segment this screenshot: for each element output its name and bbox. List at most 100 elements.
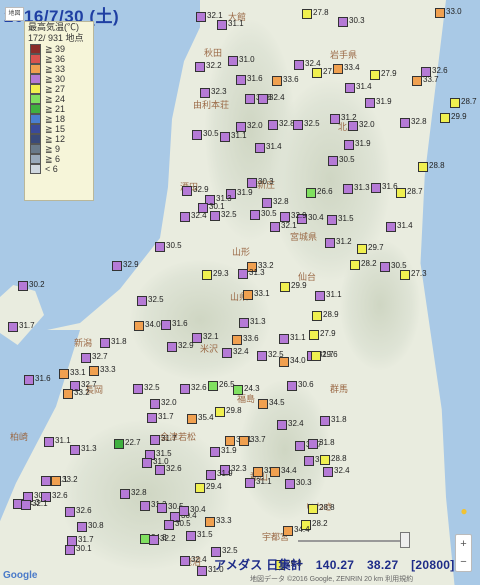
station-marker[interactable] [18, 281, 28, 291]
station-marker[interactable] [396, 188, 406, 198]
station-marker[interactable] [287, 381, 297, 391]
station-marker[interactable] [400, 118, 410, 128]
station-marker[interactable] [386, 222, 396, 232]
station-marker[interactable] [440, 113, 450, 123]
station-marker[interactable] [44, 437, 54, 447]
station-marker[interactable] [220, 132, 230, 142]
station-marker[interactable] [280, 282, 290, 292]
station-marker[interactable] [418, 162, 428, 172]
station-marker[interactable] [345, 83, 355, 93]
station-marker[interactable] [357, 244, 367, 254]
station-marker[interactable] [293, 120, 303, 130]
station-marker[interactable] [21, 500, 31, 510]
station-marker[interactable] [24, 375, 34, 385]
station-marker[interactable] [210, 211, 220, 221]
station-marker[interactable] [239, 436, 249, 446]
time-slider-track[interactable] [298, 540, 408, 542]
station-marker[interactable] [70, 445, 80, 455]
station-marker[interactable] [302, 9, 312, 19]
station-marker[interactable] [258, 94, 268, 104]
station-marker[interactable] [306, 188, 316, 198]
station-marker[interactable] [435, 8, 445, 18]
station-marker[interactable] [253, 467, 263, 477]
station-marker[interactable] [365, 98, 375, 108]
station-marker[interactable] [222, 348, 232, 358]
station-marker[interactable] [180, 556, 190, 566]
map-type-button[interactable]: 地図 [5, 7, 24, 21]
station-marker[interactable] [228, 56, 238, 66]
station-marker[interactable] [217, 20, 227, 30]
station-marker[interactable] [134, 321, 144, 331]
station-marker[interactable] [243, 290, 253, 300]
station-marker[interactable] [150, 435, 160, 445]
station-marker[interactable] [270, 222, 280, 232]
station-marker[interactable] [320, 416, 330, 426]
station-marker[interactable] [51, 476, 61, 486]
station-marker[interactable] [245, 478, 255, 488]
station-marker[interactable] [295, 441, 305, 451]
station-marker[interactable] [179, 506, 189, 516]
station-marker[interactable] [330, 114, 340, 124]
station-marker[interactable] [195, 483, 205, 493]
station-marker[interactable] [250, 210, 260, 220]
station-marker[interactable] [112, 261, 122, 271]
station-marker[interactable] [180, 212, 190, 222]
station-marker[interactable] [233, 385, 243, 395]
station-marker[interactable] [100, 338, 110, 348]
station-marker[interactable] [140, 501, 150, 511]
station-marker[interactable] [309, 330, 319, 340]
station-marker[interactable] [197, 566, 207, 576]
station-marker[interactable] [327, 215, 337, 225]
station-marker[interactable] [59, 369, 69, 379]
station-marker[interactable] [277, 420, 287, 430]
station-marker[interactable] [285, 479, 295, 489]
station-marker[interactable] [320, 455, 330, 465]
station-marker[interactable] [210, 447, 220, 457]
station-marker[interactable] [268, 120, 278, 130]
station-marker[interactable] [380, 262, 390, 272]
time-slider-handle[interactable] [400, 532, 410, 548]
station-marker[interactable] [245, 94, 255, 104]
station-marker[interactable] [238, 269, 248, 279]
station-marker[interactable] [294, 60, 304, 70]
station-marker[interactable] [312, 68, 322, 78]
station-marker[interactable] [257, 351, 267, 361]
station-marker[interactable] [283, 526, 293, 536]
station-marker[interactable] [232, 335, 242, 345]
station-marker[interactable] [400, 270, 410, 280]
station-marker[interactable] [120, 489, 130, 499]
station-marker[interactable] [149, 535, 159, 545]
station-marker[interactable] [236, 122, 246, 132]
station-marker[interactable] [308, 439, 318, 449]
station-marker[interactable] [338, 17, 348, 27]
station-marker[interactable] [202, 270, 212, 280]
station-marker[interactable] [370, 70, 380, 80]
station-marker[interactable] [333, 64, 343, 74]
station-marker[interactable] [186, 531, 196, 541]
station-marker[interactable] [195, 62, 205, 72]
station-marker[interactable] [304, 456, 314, 466]
station-marker[interactable] [206, 470, 216, 480]
pegman-icon[interactable]: ● [458, 504, 470, 522]
station-marker[interactable] [155, 465, 165, 475]
station-marker[interactable] [312, 311, 322, 321]
station-marker[interactable] [328, 156, 338, 166]
station-marker[interactable] [236, 75, 246, 85]
station-marker[interactable] [180, 384, 190, 394]
station-marker[interactable] [311, 351, 321, 361]
station-marker[interactable] [225, 436, 235, 446]
station-marker[interactable] [41, 476, 51, 486]
station-marker[interactable] [77, 522, 87, 532]
zoom-in-button[interactable]: + [456, 535, 471, 553]
station-marker[interactable] [315, 291, 325, 301]
station-marker[interactable] [150, 399, 160, 409]
station-marker[interactable] [167, 342, 177, 352]
station-marker[interactable] [208, 381, 218, 391]
station-marker[interactable] [65, 507, 75, 517]
station-marker[interactable] [262, 198, 272, 208]
station-marker[interactable] [147, 413, 157, 423]
station-marker[interactable] [308, 504, 318, 514]
station-marker[interactable] [142, 458, 152, 468]
station-marker[interactable] [81, 353, 91, 363]
station-marker[interactable] [63, 389, 73, 399]
